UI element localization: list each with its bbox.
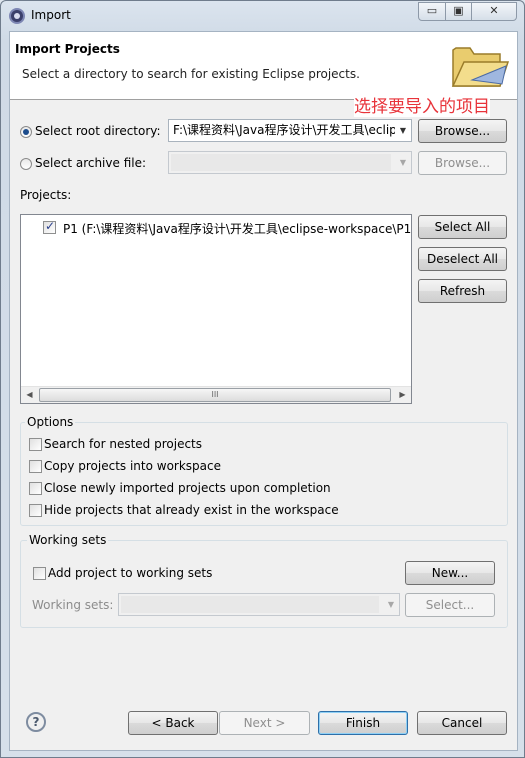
archive-file-radio[interactable] (20, 158, 32, 170)
help-icon[interactable]: ? (26, 712, 46, 732)
close-button[interactable]: ✕ (471, 2, 517, 21)
chevron-down-icon[interactable]: ▼ (395, 152, 411, 173)
browse-root-button[interactable]: Browse... (418, 119, 507, 143)
select-working-sets-button[interactable]: Select... (405, 593, 495, 617)
close-imported-label: Close newly imported projects upon compl… (44, 481, 331, 495)
projects-list[interactable]: P1 (F:\课程资料\Java程序设计\开发工具\eclipse-worksp… (20, 214, 412, 404)
window-title: Import (31, 8, 71, 22)
select-all-button[interactable]: Select All (418, 215, 507, 239)
scrollbar-thumb[interactable]: III (39, 388, 391, 402)
browse-archive-button[interactable]: Browse... (418, 151, 507, 175)
chevron-down-icon[interactable]: ▼ (395, 120, 411, 141)
working-sets-field (121, 596, 379, 613)
archive-file-combo[interactable]: ▼ (168, 151, 412, 174)
dialog-client-area: Import Projects Select a directory to se… (9, 31, 518, 751)
horizontal-scrollbar[interactable]: ◀ III ▶ (21, 386, 411, 403)
scroll-left-icon[interactable]: ◀ (21, 387, 38, 403)
title-bar[interactable]: Import ▭ ▣ ✕ (1, 1, 524, 31)
wizard-banner: Import Projects Select a directory to se… (10, 32, 517, 100)
annotation-label: 选择要导入的项目 (354, 92, 490, 117)
hide-existing-checkbox[interactable] (29, 504, 42, 517)
refresh-button[interactable]: Refresh (418, 279, 507, 303)
new-working-set-button[interactable]: New... (405, 561, 495, 585)
import-dialog-window: Import ▭ ▣ ✕ Import Projects Select a di… (0, 0, 525, 758)
close-icon: ✕ (489, 4, 499, 17)
hide-existing-label: Hide projects that already exist in the … (44, 503, 339, 517)
next-button[interactable]: Next > (219, 711, 310, 735)
working-sets-title: Working sets (27, 533, 109, 547)
projects-label: Projects: (20, 188, 72, 202)
deselect-all-button[interactable]: Deselect All (418, 247, 507, 271)
maximize-button[interactable]: ▣ (445, 2, 472, 21)
project-label: P1 (F:\课程资料\Java程序设计\开发工具\eclipse-worksp… (63, 222, 412, 236)
copy-projects-label: Copy projects into workspace (44, 459, 222, 473)
minimize-button[interactable]: ▭ (418, 2, 446, 21)
add-working-sets-checkbox[interactable] (33, 567, 46, 580)
project-checkbox[interactable] (43, 219, 56, 234)
search-nested-checkbox[interactable] (29, 438, 42, 451)
root-directory-value: F:\课程资料\Java程序设计\开发工具\eclip (173, 123, 397, 137)
working-sets-label: Working sets: (32, 598, 114, 612)
root-directory-combo[interactable]: F:\课程资料\Java程序设计\开发工具\eclip ▼ (168, 119, 412, 142)
close-imported-checkbox[interactable] (29, 482, 42, 495)
banner-description: Select a directory to search for existin… (22, 67, 360, 81)
copy-projects-checkbox[interactable] (29, 460, 42, 473)
archive-file-label: Select archive file: (35, 156, 147, 170)
add-working-sets-label: Add project to working sets (48, 566, 213, 580)
cancel-button[interactable]: Cancel (417, 711, 507, 735)
maximize-icon: ▣ (453, 4, 464, 17)
minimize-icon: ▭ (426, 4, 438, 17)
search-nested-label: Search for nested projects (44, 437, 203, 451)
options-title: Options (25, 415, 76, 429)
eclipse-icon (9, 8, 25, 24)
finish-button[interactable]: Finish (318, 711, 408, 735)
root-directory-label: Select root directory: (35, 124, 161, 138)
banner-title: Import Projects (15, 42, 120, 56)
list-item[interactable]: P1 (F:\课程资料\Java程序设计\开发工具\eclipse-worksp… (21, 217, 411, 237)
chevron-down-icon[interactable]: ▼ (383, 594, 399, 615)
scroll-right-icon[interactable]: ▶ (394, 387, 411, 403)
root-directory-radio[interactable] (20, 126, 32, 138)
folder-icon (451, 47, 510, 87)
back-button[interactable]: < Back (128, 711, 218, 735)
archive-file-field (171, 154, 391, 171)
working-sets-combo[interactable]: ▼ (118, 593, 400, 616)
